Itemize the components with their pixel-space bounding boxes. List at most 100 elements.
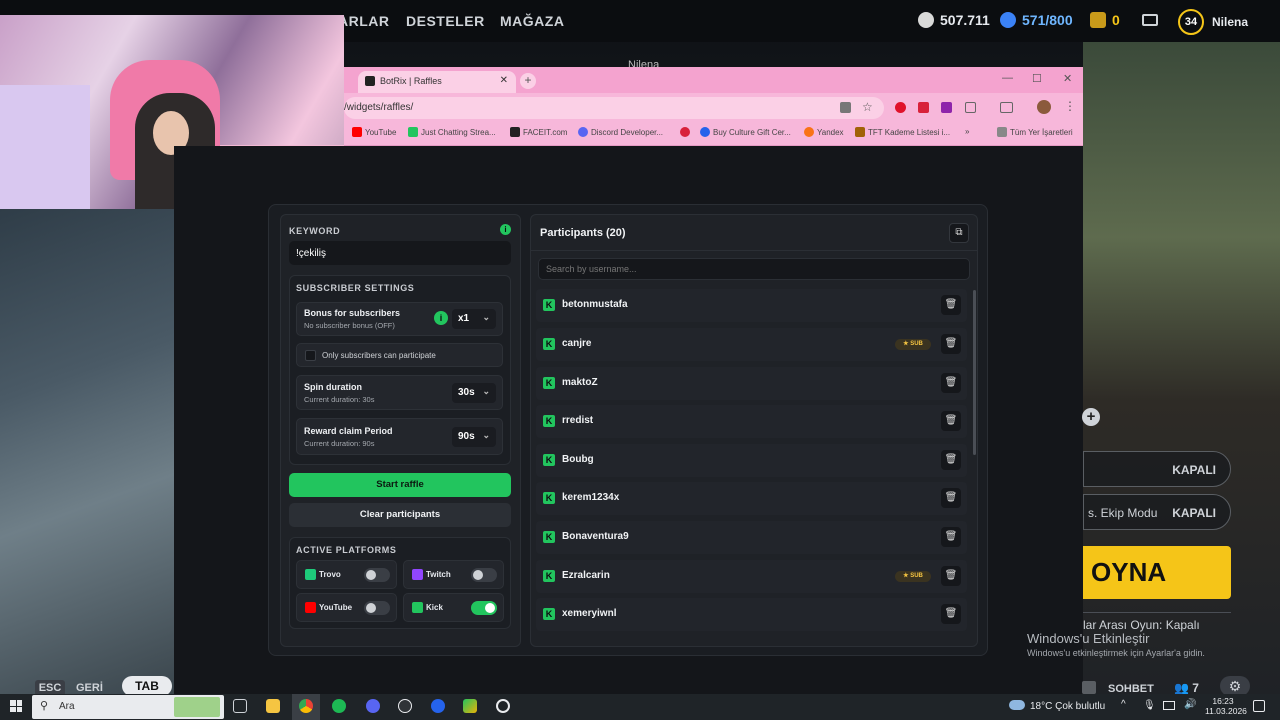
all-bookmarks[interactable]: Tüm Yer İşaretleri xyxy=(997,127,1073,137)
token-icon xyxy=(1090,12,1106,28)
maximize-icon[interactable]: ☐ xyxy=(1032,72,1042,85)
bookmark-just-chatting[interactable]: Just Chatting Strea... xyxy=(408,127,496,137)
bonus-select[interactable]: x1 ⌄ xyxy=(452,309,496,329)
tab-title: BotRix | Raffles xyxy=(380,76,442,86)
subscriber-settings-label: SUBSCRIBER SETTINGS xyxy=(296,283,415,293)
search-highlight-image xyxy=(174,697,220,717)
trash-icon[interactable]: 🗑 xyxy=(941,373,961,393)
friends-count[interactable]: 👥 7 xyxy=(1174,681,1199,695)
trash-icon[interactable]: 🗑 xyxy=(941,566,961,586)
trash-icon[interactable]: 🗑 xyxy=(941,334,961,354)
address-bar[interactable]: /widgets/raffles/ xyxy=(344,97,884,119)
bonus-info-icon[interactable]: i xyxy=(434,311,448,325)
claim-select[interactable]: 90s ⌄ xyxy=(452,427,496,447)
opera-ext-icon[interactable] xyxy=(895,102,906,113)
weather-text[interactable]: 18°C Çok bulutlu xyxy=(1030,701,1105,712)
tab-close-icon[interactable]: ✕ xyxy=(500,75,508,86)
task-view-icon[interactable] xyxy=(233,699,247,713)
bookmark-star-icon[interactable]: ☆ xyxy=(862,100,873,114)
network-icon[interactable] xyxy=(1163,701,1175,710)
kick-toggle[interactable] xyxy=(471,601,497,615)
nav-link-desteler[interactable]: DESTELER xyxy=(406,13,485,29)
trash-icon[interactable]: 🗑 xyxy=(941,604,961,624)
sub-badge: ★ SUB xyxy=(895,339,931,350)
discord-icon[interactable] xyxy=(366,699,380,713)
back-label[interactable]: GERİ xyxy=(76,682,103,694)
copy-icon[interactable]: ⧉ xyxy=(949,223,969,243)
mail-icon[interactable] xyxy=(1142,14,1158,26)
minimize-icon[interactable]: — xyxy=(1002,72,1013,84)
bookmark-tft[interactable]: TFT Kademe Listesi i... xyxy=(855,127,950,137)
bonus-title: Bonus for subscribers xyxy=(304,308,401,318)
browser-tab[interactable]: BotRix | Raffles ✕ xyxy=(358,71,516,93)
clear-participants-button[interactable]: Clear participants xyxy=(289,503,511,527)
file-explorer-icon[interactable] xyxy=(266,699,280,713)
keyword-input[interactable]: !çekiliş xyxy=(289,241,511,265)
spin-title: Spin duration xyxy=(304,382,362,392)
participants-scrollbar[interactable] xyxy=(973,290,976,455)
participant-search-input[interactable] xyxy=(538,258,970,280)
bookmark-youtube[interactable]: YouTube xyxy=(352,127,396,137)
trash-icon[interactable]: 🗑 xyxy=(941,450,961,470)
extensions-icon[interactable] xyxy=(965,102,976,113)
participant-name: Ezralcarin xyxy=(562,570,610,581)
chrome-icon[interactable] xyxy=(299,699,313,713)
new-tab-icon[interactable]: + xyxy=(520,73,536,89)
bookmark-gift[interactable] xyxy=(680,127,690,137)
add-icon[interactable]: + xyxy=(1082,408,1100,426)
nav-link-magaza[interactable]: MAĞAZA xyxy=(500,13,564,29)
app-ring-icon[interactable] xyxy=(496,699,510,713)
bookmarks-overflow[interactable]: » xyxy=(965,127,969,136)
info-icon[interactable]: i xyxy=(500,224,511,235)
participant-name: maktoZ xyxy=(562,377,598,388)
notification-icon[interactable] xyxy=(1253,700,1265,712)
tab-key-hint[interactable]: TAB xyxy=(122,676,172,696)
energy-value: 571/800 xyxy=(1022,12,1073,28)
bookmark-discord[interactable]: Discord Developer... xyxy=(578,127,663,137)
kick-icon xyxy=(412,602,423,613)
translate-icon[interactable] xyxy=(840,102,851,113)
twitch-toggle[interactable] xyxy=(471,568,497,582)
currency-stat: 507.711 xyxy=(918,12,990,28)
play-button[interactable]: OYNA xyxy=(1083,546,1231,599)
bookmark-yandex[interactable]: Yandex xyxy=(804,127,844,137)
bookmark-culture[interactable]: Buy Culture Gift Cer... xyxy=(700,127,791,137)
obs-icon[interactable] xyxy=(398,699,412,713)
trash-icon[interactable]: 🗑 xyxy=(941,527,961,547)
browser-menu-icon[interactable]: ⋮ xyxy=(1064,99,1076,113)
app-green-icon[interactable] xyxy=(463,699,477,713)
bookmark-faceit[interactable]: FACEIT.com xyxy=(510,127,567,137)
windows-activate-title: Windows'u Etkinleştir xyxy=(1027,631,1150,646)
trash-icon[interactable]: 🗑 xyxy=(941,295,961,315)
windows-activate-sub: Windows'u etkinleştirmek için Ayarlar'a … xyxy=(1027,648,1205,658)
youtube-toggle[interactable] xyxy=(364,601,390,615)
windows-start-icon[interactable] xyxy=(10,700,22,712)
volume-icon[interactable]: 🔊 xyxy=(1184,699,1196,710)
participant-row: Kcanjre ★ SUB 🗑 xyxy=(536,328,967,361)
sidepanel-icon[interactable] xyxy=(1000,102,1013,113)
chevron-down-icon: ⌄ xyxy=(482,430,490,440)
only-subs-checkbox[interactable] xyxy=(305,350,316,361)
tray-expand-icon[interactable]: ^ xyxy=(1121,699,1126,710)
trash-icon[interactable]: 🗑 xyxy=(941,411,961,431)
app-blue-icon[interactable] xyxy=(431,699,445,713)
spin-select[interactable]: 30s ⌄ xyxy=(452,383,496,403)
ext-2-icon[interactable] xyxy=(918,102,929,113)
nav-link-arlar[interactable]: ARLAR xyxy=(338,13,390,29)
game-toggle-1[interactable]: KAPALI xyxy=(1083,451,1231,487)
ext-3-icon[interactable] xyxy=(941,102,952,113)
trovo-toggle[interactable] xyxy=(364,568,390,582)
settings-gear-icon[interactable]: ⚙ xyxy=(1220,676,1250,696)
mic-icon[interactable]: 🎙 xyxy=(1143,700,1156,711)
game-toggle-ekip[interactable]: s. Ekip Modu KAPALI xyxy=(1083,494,1231,530)
start-raffle-button[interactable]: Start raffle xyxy=(289,473,511,497)
taskbar-search[interactable]: ⚲ Ara xyxy=(32,695,224,719)
spotify-icon[interactable] xyxy=(332,699,346,713)
window-close-icon[interactable]: ✕ xyxy=(1063,72,1072,85)
profile-avatar[interactable] xyxy=(1037,100,1051,114)
trash-icon[interactable]: 🗑 xyxy=(941,488,961,508)
only-subs-row[interactable]: Only subscribers can participate xyxy=(296,343,503,367)
clock[interactable]: 16:23 11.03.2026 xyxy=(1205,696,1247,716)
player-name[interactable]: Nilena xyxy=(1212,15,1248,29)
kick-icon: K xyxy=(543,338,555,350)
